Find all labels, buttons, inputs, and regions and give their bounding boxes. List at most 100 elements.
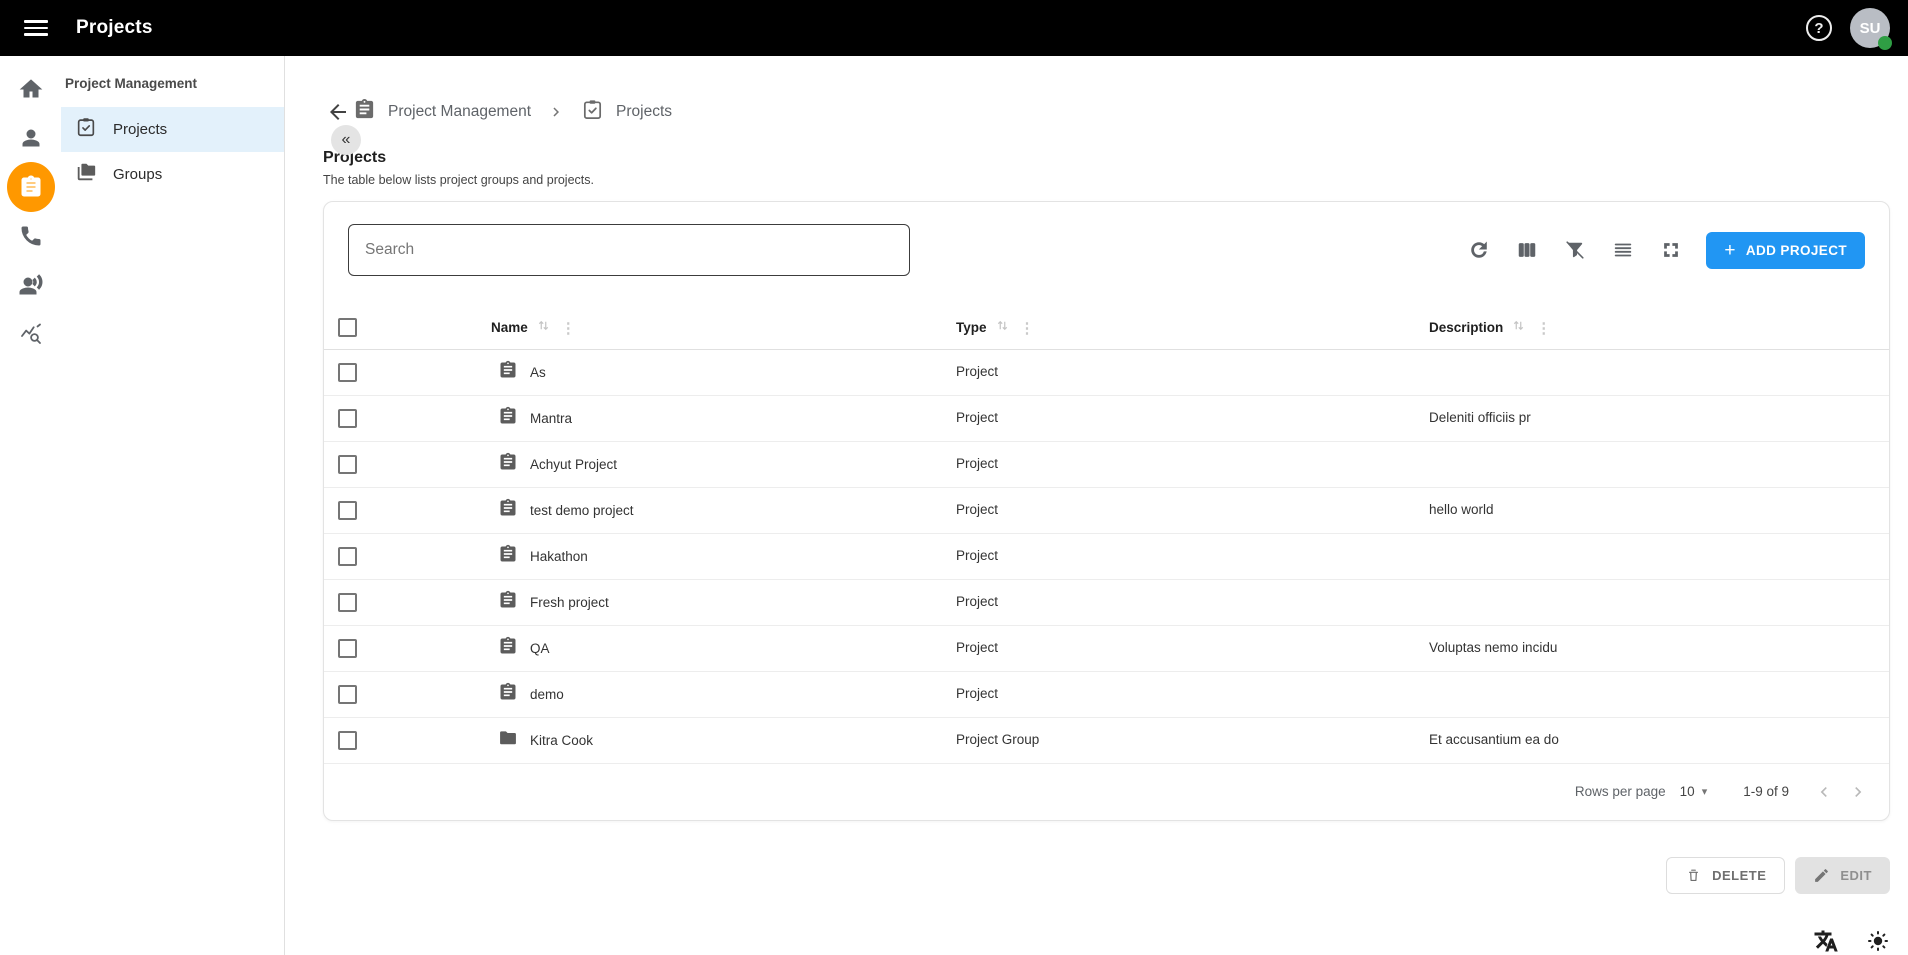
chevron-right-icon [547, 103, 565, 121]
row-name: Achyut Project [530, 457, 617, 472]
brightness-icon[interactable] [1864, 927, 1892, 955]
row-type: Project [956, 686, 998, 701]
table-row[interactable]: Fresh project Project [324, 579, 1889, 625]
table-row[interactable]: QA Project Voluptas nemo incidu [324, 625, 1889, 671]
sort-icon[interactable] [1511, 318, 1526, 338]
sort-icon[interactable] [536, 318, 551, 338]
row-description: Et accusantium ea do [1429, 732, 1559, 747]
sidebar-item-label: Projects [113, 121, 167, 138]
avatar-initials: SU [1860, 20, 1881, 37]
add-project-button[interactable]: + ADD PROJECT [1706, 232, 1865, 269]
table-row[interactable]: Achyut Project Project [324, 441, 1889, 487]
columns-icon[interactable] [1510, 233, 1544, 267]
project-icon [498, 636, 518, 661]
column-menu-icon[interactable]: ⋮ [559, 319, 578, 337]
home-icon[interactable] [7, 64, 55, 113]
row-name: Kitra Cook [530, 733, 593, 748]
breadcrumb-item-project-management[interactable]: Project Management [353, 98, 531, 126]
delete-label: DELETE [1712, 868, 1766, 883]
add-project-label: ADD PROJECT [1746, 243, 1847, 258]
sort-icon[interactable] [995, 318, 1010, 338]
row-type: Project [956, 456, 998, 471]
column-header-description: Description [1429, 320, 1503, 335]
breadcrumb-item-projects[interactable]: Projects [581, 98, 672, 126]
back-icon[interactable] [323, 97, 353, 127]
row-description: Voluptas nemo incidu [1429, 640, 1557, 655]
translate-icon[interactable] [1812, 927, 1840, 955]
row-type: Project [956, 594, 998, 609]
project-icon [498, 452, 518, 477]
help-icon[interactable]: ? [1806, 15, 1832, 41]
table-row[interactable]: demo Project [324, 671, 1889, 717]
rows-per-page-select[interactable]: 10 ▾ [1680, 784, 1708, 799]
row-checkbox[interactable] [338, 731, 357, 750]
column-header-name: Name [491, 320, 528, 335]
analytics-icon[interactable] [7, 309, 55, 358]
search-input[interactable] [348, 224, 910, 276]
table-row[interactable]: test demo project Project hello world [324, 487, 1889, 533]
project-management-icon[interactable] [7, 162, 55, 211]
column-menu-icon[interactable]: ⋮ [1534, 319, 1553, 337]
menu-icon[interactable] [24, 16, 48, 40]
row-name: Hakathon [530, 549, 588, 564]
projects-table: Name ⋮ Type ⋮ Description ⋮ [324, 307, 1889, 764]
row-checkbox[interactable] [338, 685, 357, 704]
row-checkbox[interactable] [338, 639, 357, 658]
table-body: As Project Mantra Proj [324, 349, 1889, 763]
projects-check-icon [75, 116, 97, 143]
rows-per-page-value: 10 [1680, 784, 1695, 799]
row-description: Deleniti officiis pr [1429, 410, 1531, 425]
table-row[interactable]: Mantra Project Deleniti officiis pr [324, 395, 1889, 441]
row-type: Project [956, 410, 998, 425]
sidebar-item-projects[interactable]: Projects [61, 107, 284, 152]
edit-label: EDIT [1840, 868, 1872, 883]
voice-agent-icon[interactable] [7, 260, 55, 309]
previous-page-icon[interactable] [1811, 779, 1837, 805]
collapse-sidebar-icon[interactable]: « [331, 125, 361, 155]
row-checkbox[interactable] [338, 501, 357, 520]
row-checkbox[interactable] [338, 409, 357, 428]
select-all-checkbox[interactable] [338, 318, 357, 337]
density-icon[interactable] [1606, 233, 1640, 267]
filter-off-icon[interactable] [1558, 233, 1592, 267]
row-type: Project [956, 548, 998, 563]
table-row[interactable]: Kitra Cook Project Group Et accusantium … [324, 717, 1889, 763]
main-content: Project Management Projects Projects The… [285, 56, 1908, 955]
project-icon [498, 498, 518, 523]
fullscreen-icon[interactable] [1654, 233, 1688, 267]
rows-per-page-label: Rows per page [1575, 784, 1666, 799]
column-menu-icon[interactable]: ⋮ [1018, 319, 1037, 337]
breadcrumb-label: Projects [616, 103, 672, 121]
projects-table-card: + ADD PROJECT Name ⋮ Type [323, 201, 1890, 821]
row-checkbox[interactable] [338, 547, 357, 566]
delete-button[interactable]: DELETE [1666, 857, 1785, 894]
refresh-icon[interactable] [1462, 233, 1496, 267]
row-type: Project Group [956, 732, 1039, 747]
project-icon [498, 360, 518, 385]
row-name: Mantra [530, 411, 572, 426]
table-row[interactable]: As Project [324, 349, 1889, 395]
column-header-type: Type [956, 320, 987, 335]
edit-button[interactable]: EDIT [1795, 857, 1890, 894]
row-name: QA [530, 641, 550, 656]
row-checkbox[interactable] [338, 363, 357, 382]
next-page-icon[interactable] [1845, 779, 1871, 805]
contacts-icon[interactable] [7, 113, 55, 162]
row-type: Project [956, 502, 998, 517]
breadcrumb: Project Management Projects [323, 97, 1890, 127]
project-icon [498, 682, 518, 707]
phone-icon[interactable] [7, 211, 55, 260]
project-icon [498, 406, 518, 431]
clipboard-icon [353, 98, 376, 126]
online-status-dot [1878, 36, 1892, 50]
sidebar-item-groups[interactable]: Groups [61, 152, 284, 197]
folder-icon [498, 728, 518, 753]
trash-icon [1685, 867, 1702, 884]
row-description: hello world [1429, 502, 1494, 517]
folders-icon [75, 161, 97, 188]
breadcrumb-label: Project Management [388, 103, 531, 121]
avatar[interactable]: SU [1850, 8, 1890, 48]
row-checkbox[interactable] [338, 593, 357, 612]
row-checkbox[interactable] [338, 455, 357, 474]
table-row[interactable]: Hakathon Project [324, 533, 1889, 579]
